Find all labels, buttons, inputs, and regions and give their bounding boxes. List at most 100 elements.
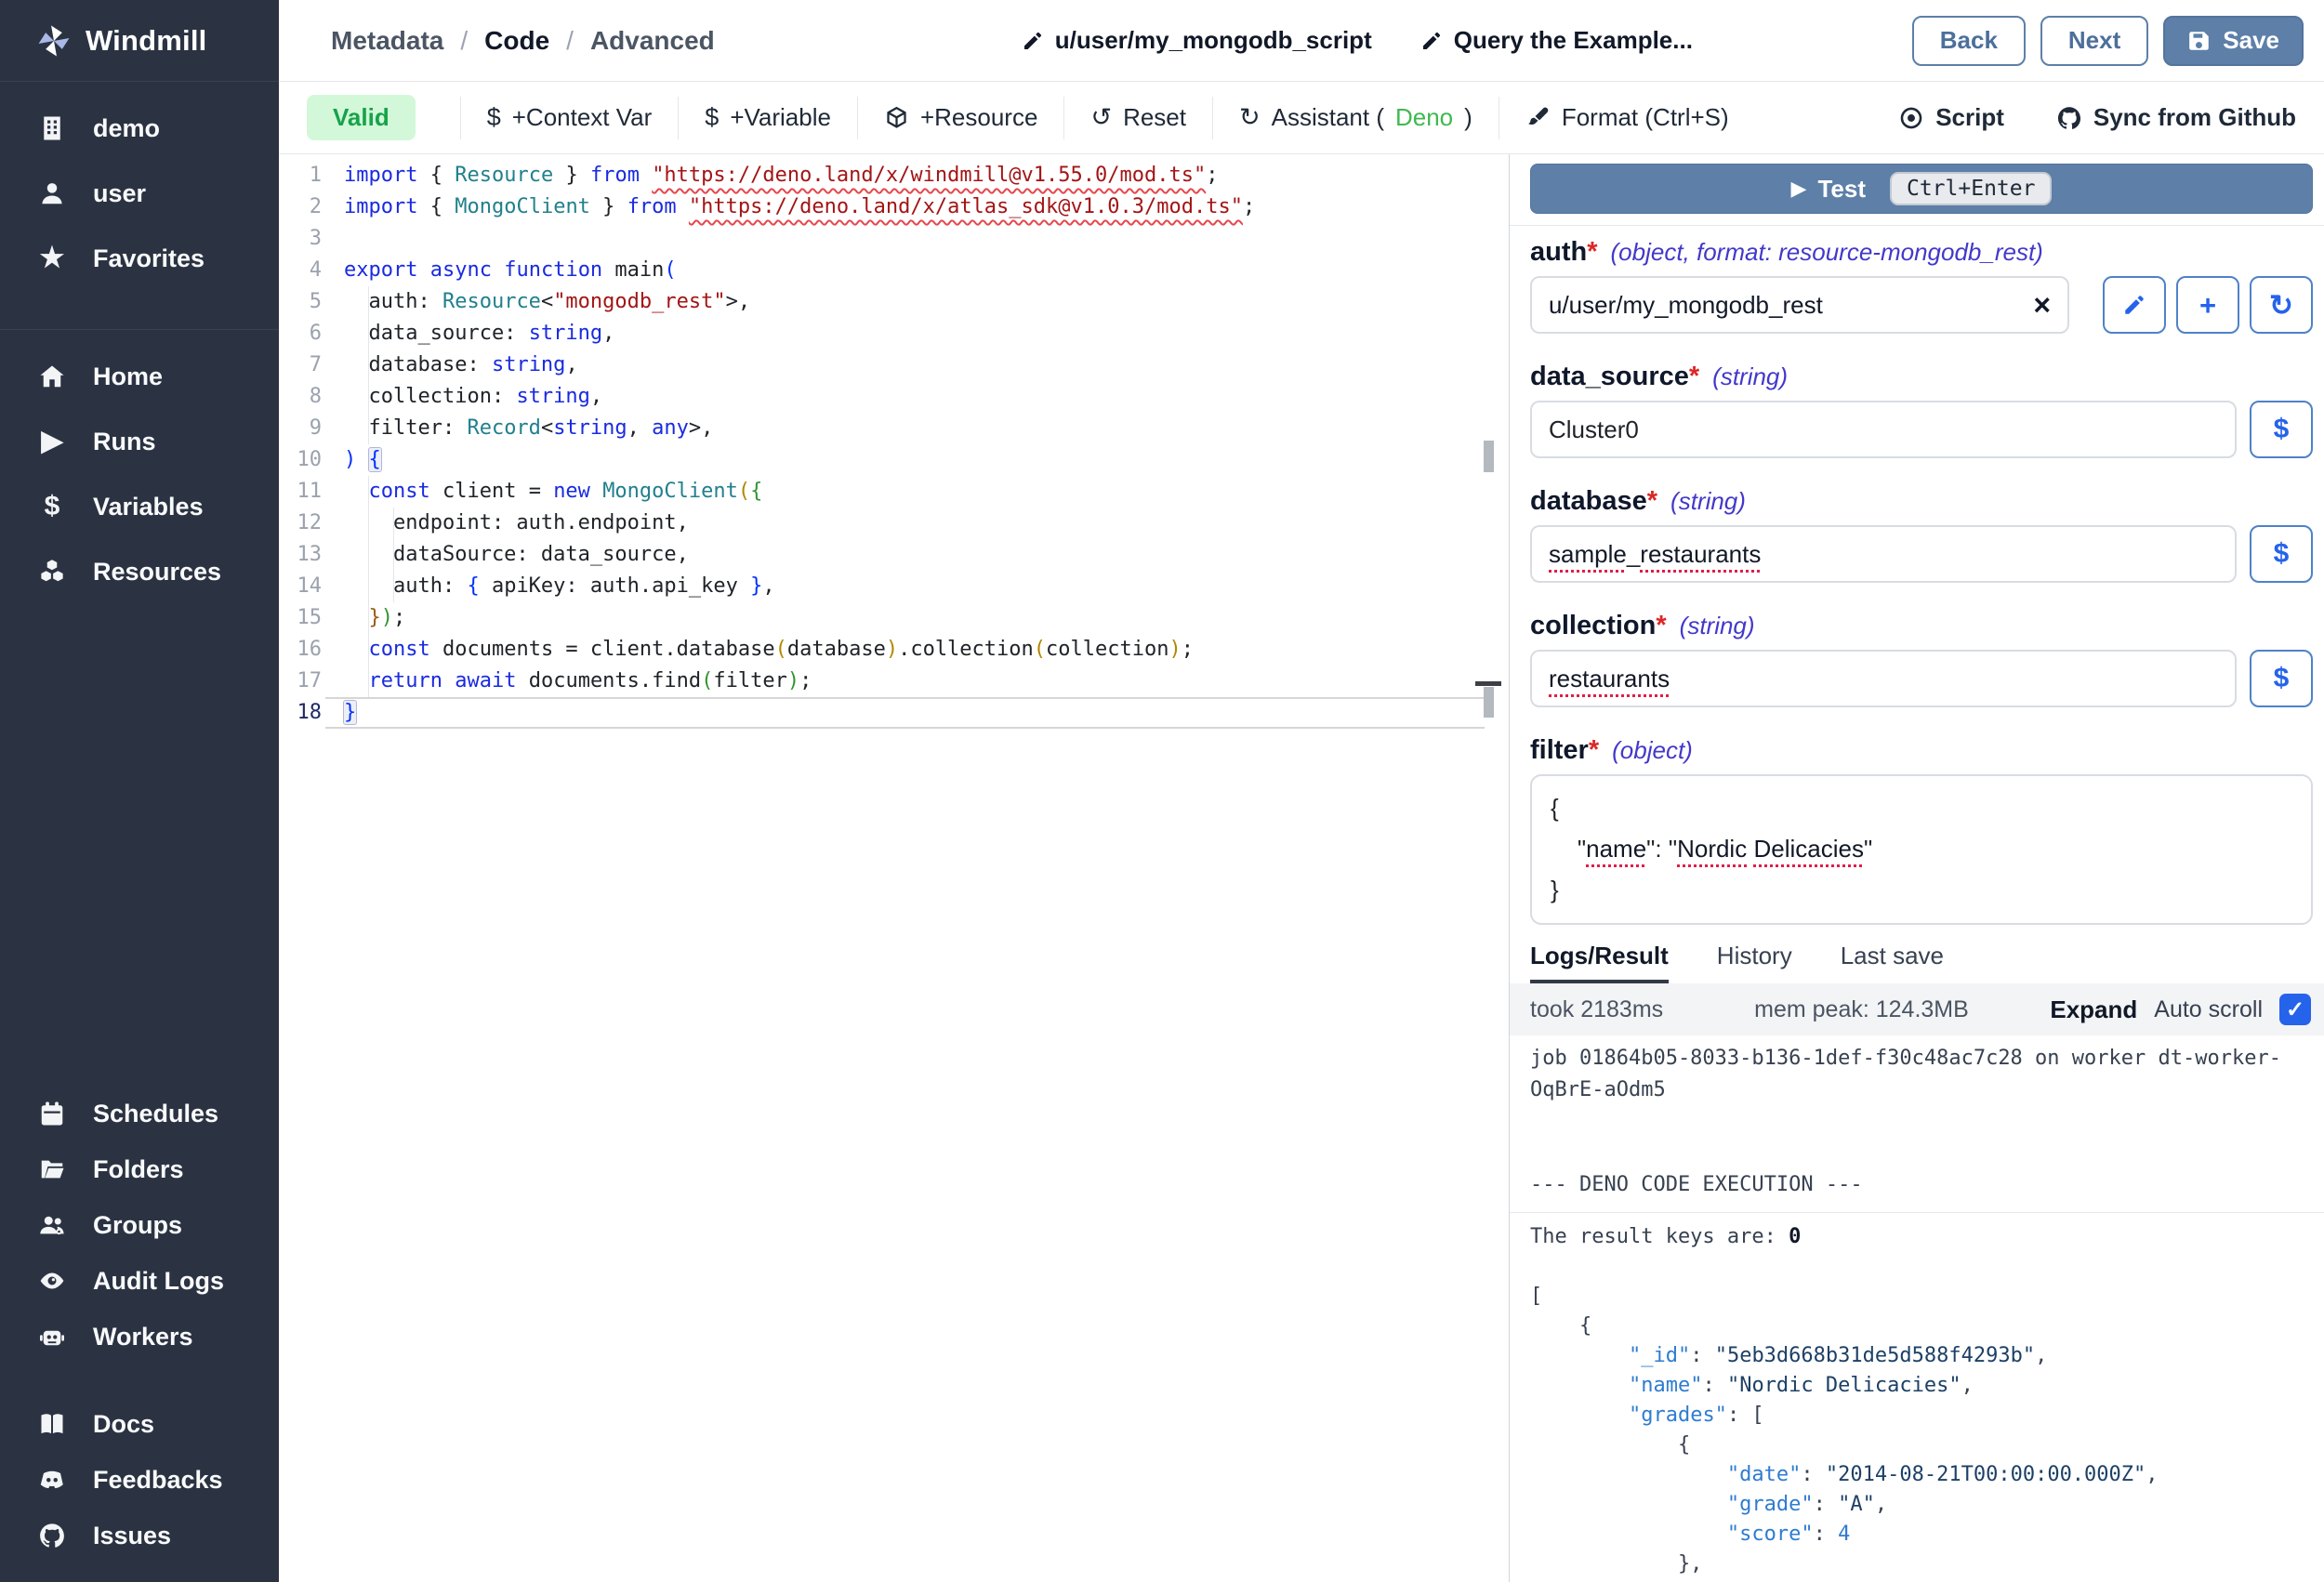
sidebar-item-label: Groups xyxy=(93,1211,182,1240)
sidebar-item-workers[interactable]: Workers xyxy=(0,1314,279,1359)
next-button[interactable]: Next xyxy=(2040,16,2148,66)
line-number: 12 xyxy=(279,508,322,539)
github-icon xyxy=(38,1522,66,1549)
script-summary-edit[interactable]: Query the Example... xyxy=(1420,26,1693,55)
breadcrumb-tab-code[interactable]: Code xyxy=(484,26,549,56)
result-line: "_id": "5eb3d668b31de5d588f4293b", xyxy=(1530,1341,2313,1371)
edit-resource-button[interactable] xyxy=(2103,276,2166,334)
toolbar-item-assistant-[interactable]: ↻Assistant (Deno) xyxy=(1239,103,1472,132)
code-line xyxy=(344,223,1477,255)
clear-resource-icon[interactable]: × xyxy=(2033,290,2051,320)
refresh-resource-button[interactable]: ↻ xyxy=(2250,276,2313,334)
tab-logs-result[interactable]: Logs/Result xyxy=(1530,942,1669,983)
field-type-annotation: (object, format: resource-mongodb_rest) xyxy=(1611,238,2043,267)
toolbar-item-sync-from-github[interactable]: Sync from Github xyxy=(2056,103,2296,132)
autoscroll-label: Auto scroll xyxy=(2154,996,2263,1023)
tab-history[interactable]: History xyxy=(1717,942,1792,983)
sidebar-item-favorites[interactable]: ★Favorites xyxy=(0,236,279,281)
text-input-collection[interactable]: restaurants xyxy=(1530,650,2237,707)
toolbar-item-label: Sync from Github xyxy=(2093,103,2296,132)
line-number: 4 xyxy=(279,255,322,286)
dollar-icon: $ xyxy=(45,493,60,521)
calendar-icon xyxy=(38,1100,66,1127)
toolbar-item--variable[interactable]: $+Variable xyxy=(705,103,831,132)
toolbar-item--context-var[interactable]: $+Context Var xyxy=(487,103,653,132)
line-number: 8 xyxy=(279,381,322,413)
field-row-data_source: Cluster0$ xyxy=(1530,401,2313,458)
back-button[interactable]: Back xyxy=(1912,16,2026,66)
line-number: 1 xyxy=(279,160,322,191)
insert-variable-button[interactable]: $ xyxy=(2250,525,2313,583)
logs-output: job 01864b05-8033-b136-1def-f30c48ac7c28… xyxy=(1530,1043,2313,1201)
sidebar-item-label: Issues xyxy=(93,1522,171,1550)
sidebar-item-issues[interactable]: Issues xyxy=(0,1513,279,1558)
breadcrumb-separator: / xyxy=(460,26,468,56)
sidebar-item-schedules[interactable]: Schedules xyxy=(0,1091,279,1136)
scrollbar-mark[interactable] xyxy=(1484,441,1494,472)
field-label-collection: collection*(string) xyxy=(1530,611,2313,646)
result-line: [ xyxy=(1530,1282,2313,1312)
sidebar-item-variables[interactable]: $Variables xyxy=(0,484,279,529)
json-input-filter[interactable]: { "name": "Nordic Delicacies"} xyxy=(1530,774,2313,925)
toolbar-item-format-ctrl-s-[interactable]: Format (Ctrl+S) xyxy=(1525,103,1729,132)
insert-variable-button[interactable]: $ xyxy=(2250,650,2313,707)
breadcrumb-tab-advanced[interactable]: Advanced xyxy=(590,26,715,56)
home-icon xyxy=(38,363,66,390)
code-line: database: string, xyxy=(344,349,1477,381)
save-button[interactable]: Save xyxy=(2163,16,2304,66)
refresh-icon: ↻ xyxy=(2269,291,2293,320)
toolbar-item-label: +Variable xyxy=(730,103,831,132)
scrollbar-mark[interactable] xyxy=(1484,687,1494,718)
reset-icon: ↺ xyxy=(1090,105,1112,130)
sidebar-item-docs[interactable]: Docs xyxy=(0,1402,279,1446)
field-row-auth: u/user/my_mongodb_rest × + ↻ xyxy=(1530,276,2313,334)
code-editor[interactable]: 123456789101112131415161718 import { Res… xyxy=(279,154,1509,1582)
toolbar-item-label: Reset xyxy=(1123,103,1186,132)
mem-stat: mem peak: 124.3MB xyxy=(1754,996,1969,1023)
script-path: u/user/my_mongodb_script xyxy=(1055,26,1372,55)
line-number: 13 xyxy=(279,539,322,571)
code-line: import { Resource } from "https://deno.l… xyxy=(344,160,1477,191)
sidebar-item-home[interactable]: Home xyxy=(0,354,279,399)
expand-button[interactable]: Expand xyxy=(2050,995,2137,1024)
script-path-edit[interactable]: u/user/my_mongodb_script xyxy=(1022,26,1372,55)
workspace-logo[interactable]: Windmill xyxy=(0,0,279,82)
building-icon xyxy=(38,114,66,142)
sidebar-item-user[interactable]: user xyxy=(0,171,279,216)
text-input-data_source[interactable]: Cluster0 xyxy=(1530,401,2237,458)
code-line: endpoint: auth.endpoint, xyxy=(344,508,1477,539)
sidebar-admin-group: Schedules Folders Groups Audit Logs Workers xyxy=(0,1067,279,1378)
sidebar-item-resources[interactable]: Resources xyxy=(0,549,279,594)
schema-form: auth*(object, format: resource-mongodb_r… xyxy=(1530,226,2313,925)
toolbar-item--resource[interactable]: +Resource xyxy=(884,103,1037,132)
toolbar-item-script[interactable]: Script xyxy=(1898,103,2004,132)
content-row: 123456789101112131415161718 import { Res… xyxy=(279,154,2324,1582)
required-asterisk: * xyxy=(1587,237,1597,268)
add-resource-button[interactable]: + xyxy=(2176,276,2239,334)
sidebar-item-folders[interactable]: Folders xyxy=(0,1147,279,1192)
autoscroll-checkbox[interactable]: ✓ xyxy=(2279,994,2311,1025)
windmill-logo-icon xyxy=(35,22,73,59)
toolbar-separator xyxy=(1212,97,1213,139)
sidebar-item-groups[interactable]: Groups xyxy=(0,1203,279,1247)
sidebar-item-demo[interactable]: demo xyxy=(0,106,279,151)
test-button[interactable]: ▶ Test Ctrl+Enter xyxy=(1530,164,2313,214)
code-line: dataSource: data_source, xyxy=(344,539,1477,571)
valid-badge: Valid xyxy=(307,95,416,140)
field-type-annotation: (string) xyxy=(1712,363,1788,391)
insert-variable-button[interactable]: $ xyxy=(2250,401,2313,458)
sidebar-item-label: Favorites xyxy=(93,244,205,273)
line-number: 2 xyxy=(279,191,322,223)
json-line: } xyxy=(1551,869,2292,910)
sidebar-item-feedbacks[interactable]: Feedbacks xyxy=(0,1457,279,1502)
toolbar-item-reset[interactable]: ↺ Reset xyxy=(1090,103,1186,132)
result-line: "score": 4 xyxy=(1530,1520,2313,1549)
book-icon xyxy=(38,1410,66,1438)
sidebar-item-runs[interactable]: ▶Runs xyxy=(0,419,279,464)
breadcrumb-tab-metadata[interactable]: Metadata xyxy=(331,26,443,56)
tab-last-save[interactable]: Last save xyxy=(1841,942,1944,983)
sidebar-item-audit-logs[interactable]: Audit Logs xyxy=(0,1259,279,1303)
resource-value: u/user/my_mongodb_rest xyxy=(1549,291,1823,320)
text-input-database[interactable]: sample_restaurants xyxy=(1530,525,2237,583)
resource-input[interactable]: u/user/my_mongodb_rest × xyxy=(1530,276,2069,334)
